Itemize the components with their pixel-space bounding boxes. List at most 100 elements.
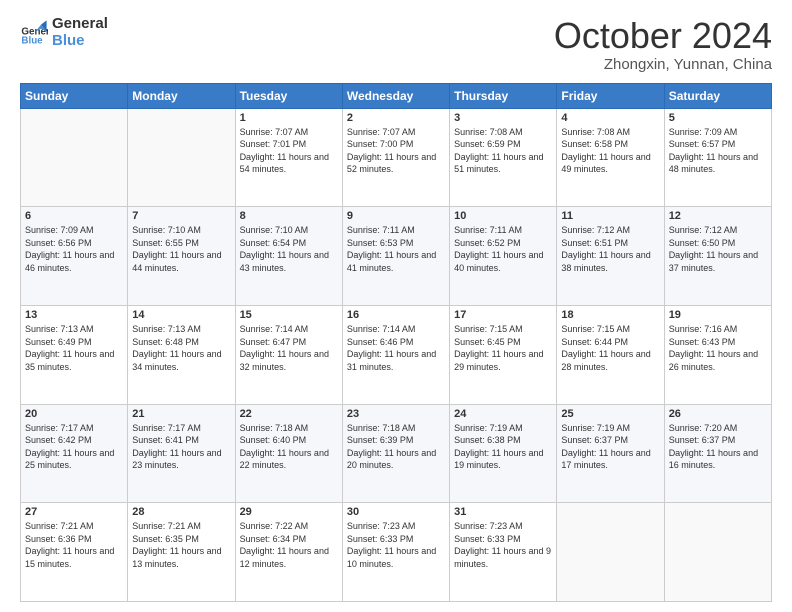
- logo-blue: Blue: [52, 33, 108, 50]
- cell-content: Sunrise: 7:20 AM Sunset: 6:37 PM Dayligh…: [669, 422, 767, 472]
- calendar-cell: 25 Sunrise: 7:19 AM Sunset: 6:37 PM Dayli…: [557, 404, 664, 503]
- month-title: October 2024: [554, 16, 772, 56]
- day-number: 2: [347, 112, 445, 124]
- day-number: 10: [454, 210, 552, 222]
- logo-icon: General Blue: [20, 19, 48, 47]
- cell-content: Sunrise: 7:09 AM Sunset: 6:56 PM Dayligh…: [25, 224, 123, 274]
- cell-content: Sunrise: 7:17 AM Sunset: 6:41 PM Dayligh…: [132, 422, 230, 472]
- cell-content: Sunrise: 7:07 AM Sunset: 7:01 PM Dayligh…: [240, 126, 338, 176]
- calendar-cell: 1Sunrise: 7:07 AM Sunset: 7:01 PM Daylig…: [235, 108, 342, 207]
- cell-content: Sunrise: 7:09 AM Sunset: 6:57 PM Dayligh…: [669, 126, 767, 176]
- logo-general: General: [52, 16, 108, 33]
- calendar-cell: 31 Sunrise: 7:23 AM Sunset: 6:33 PM Dayli…: [450, 503, 557, 602]
- day-number: 5: [669, 112, 767, 124]
- day-number: 16: [347, 309, 445, 321]
- calendar-cell: 20 Sunrise: 7:17 AM Sunset: 6:42 PM Dayli…: [21, 404, 128, 503]
- calendar-header-monday: Monday: [128, 83, 235, 108]
- header: General Blue General Blue October 2024 Z…: [20, 16, 772, 73]
- cell-content: Sunrise: 7:08 AM Sunset: 6:59 PM Dayligh…: [454, 126, 552, 176]
- day-number: 31: [454, 506, 552, 518]
- cell-content: Sunrise: 7:18 AM Sunset: 6:40 PM Dayligh…: [240, 422, 338, 472]
- day-number: 29: [240, 506, 338, 518]
- calendar-cell: 28Sunrise: 7:21 AM Sunset: 6:35 PM Dayli…: [128, 503, 235, 602]
- calendar-table: SundayMondayTuesdayWednesdayThursdayFrid…: [20, 83, 772, 602]
- calendar-cell: 23 Sunrise: 7:18 AM Sunset: 6:39 PM Dayli…: [342, 404, 449, 503]
- cell-content: Sunrise: 7:19 AM Sunset: 6:38 PM Dayligh…: [454, 422, 552, 472]
- calendar-cell: 30Sunrise: 7:23 AM Sunset: 6:33 PM Dayli…: [342, 503, 449, 602]
- cell-content: Sunrise: 7:11 AM Sunset: 6:52 PM Dayligh…: [454, 224, 552, 274]
- cell-content: Sunrise: 7:07 AM Sunset: 7:00 PM Dayligh…: [347, 126, 445, 176]
- day-number: 7: [132, 210, 230, 222]
- cell-content: Sunrise: 7:19 AM Sunset: 6:37 PM Dayligh…: [561, 422, 659, 472]
- cell-content: Sunrise: 7:12 AM Sunset: 6:50 PM Dayligh…: [669, 224, 767, 274]
- day-number: 21: [132, 408, 230, 420]
- calendar-cell: 10 Sunrise: 7:11 AM Sunset: 6:52 PM Dayli…: [450, 207, 557, 306]
- cell-content: Sunrise: 7:10 AM Sunset: 6:54 PM Dayligh…: [240, 224, 338, 274]
- calendar-header-row: SundayMondayTuesdayWednesdayThursdayFrid…: [21, 83, 772, 108]
- cell-content: Sunrise: 7:17 AM Sunset: 6:42 PM Dayligh…: [25, 422, 123, 472]
- cell-content: Sunrise: 7:08 AM Sunset: 6:58 PM Dayligh…: [561, 126, 659, 176]
- calendar-header-thursday: Thursday: [450, 83, 557, 108]
- day-number: 3: [454, 112, 552, 124]
- calendar-cell: 5 Sunrise: 7:09 AM Sunset: 6:57 PM Daylig…: [664, 108, 771, 207]
- cell-content: Sunrise: 7:14 AM Sunset: 6:46 PM Dayligh…: [347, 323, 445, 373]
- page: General Blue General Blue October 2024 Z…: [0, 0, 792, 612]
- cell-content: Sunrise: 7:15 AM Sunset: 6:45 PM Dayligh…: [454, 323, 552, 373]
- calendar-cell: 27 Sunrise: 7:21 AM Sunset: 6:36 PM Dayli…: [21, 503, 128, 602]
- day-number: 14: [132, 309, 230, 321]
- calendar-cell: 3 Sunrise: 7:08 AM Sunset: 6:59 PM Daylig…: [450, 108, 557, 207]
- day-number: 4: [561, 112, 659, 124]
- calendar-cell: 8Sunrise: 7:10 AM Sunset: 6:54 PM Daylig…: [235, 207, 342, 306]
- calendar-cell: 13 Sunrise: 7:13 AM Sunset: 6:49 PM Dayli…: [21, 305, 128, 404]
- cell-content: Sunrise: 7:23 AM Sunset: 6:33 PM Dayligh…: [454, 520, 552, 570]
- day-number: 12: [669, 210, 767, 222]
- calendar-cell: 2 Sunrise: 7:07 AM Sunset: 7:00 PM Daylig…: [342, 108, 449, 207]
- calendar-cell: 11Sunrise: 7:12 AM Sunset: 6:51 PM Dayli…: [557, 207, 664, 306]
- calendar-cell: [557, 503, 664, 602]
- calendar-cell: 29 Sunrise: 7:22 AM Sunset: 6:34 PM Dayli…: [235, 503, 342, 602]
- day-number: 20: [25, 408, 123, 420]
- location: Zhongxin, Yunnan, China: [554, 56, 772, 73]
- day-number: 27: [25, 506, 123, 518]
- day-number: 13: [25, 309, 123, 321]
- calendar-cell: 15 Sunrise: 7:14 AM Sunset: 6:47 PM Dayli…: [235, 305, 342, 404]
- cell-content: Sunrise: 7:21 AM Sunset: 6:36 PM Dayligh…: [25, 520, 123, 570]
- cell-content: Sunrise: 7:13 AM Sunset: 6:49 PM Dayligh…: [25, 323, 123, 373]
- calendar-cell: 24Sunrise: 7:19 AM Sunset: 6:38 PM Dayli…: [450, 404, 557, 503]
- title-block: October 2024 Zhongxin, Yunnan, China: [554, 16, 772, 73]
- calendar-cell: 12 Sunrise: 7:12 AM Sunset: 6:50 PM Dayli…: [664, 207, 771, 306]
- calendar-header-friday: Friday: [557, 83, 664, 108]
- day-number: 18: [561, 309, 659, 321]
- calendar-week-2: 6 Sunrise: 7:09 AM Sunset: 6:56 PM Daylig…: [21, 207, 772, 306]
- day-number: 17: [454, 309, 552, 321]
- svg-text:Blue: Blue: [21, 35, 43, 46]
- calendar-week-4: 20 Sunrise: 7:17 AM Sunset: 6:42 PM Dayli…: [21, 404, 772, 503]
- calendar-week-1: 1Sunrise: 7:07 AM Sunset: 7:01 PM Daylig…: [21, 108, 772, 207]
- day-number: 23: [347, 408, 445, 420]
- cell-content: Sunrise: 7:12 AM Sunset: 6:51 PM Dayligh…: [561, 224, 659, 274]
- cell-content: Sunrise: 7:22 AM Sunset: 6:34 PM Dayligh…: [240, 520, 338, 570]
- day-number: 15: [240, 309, 338, 321]
- cell-content: Sunrise: 7:13 AM Sunset: 6:48 PM Dayligh…: [132, 323, 230, 373]
- day-number: 19: [669, 309, 767, 321]
- logo: General Blue General Blue: [20, 16, 108, 49]
- cell-content: Sunrise: 7:21 AM Sunset: 6:35 PM Dayligh…: [132, 520, 230, 570]
- calendar-cell: 14 Sunrise: 7:13 AM Sunset: 6:48 PM Dayli…: [128, 305, 235, 404]
- cell-content: Sunrise: 7:18 AM Sunset: 6:39 PM Dayligh…: [347, 422, 445, 472]
- day-number: 6: [25, 210, 123, 222]
- calendar-header-wednesday: Wednesday: [342, 83, 449, 108]
- cell-content: Sunrise: 7:16 AM Sunset: 6:43 PM Dayligh…: [669, 323, 767, 373]
- day-number: 25: [561, 408, 659, 420]
- calendar-cell: 21 Sunrise: 7:17 AM Sunset: 6:41 PM Dayli…: [128, 404, 235, 503]
- cell-content: Sunrise: 7:15 AM Sunset: 6:44 PM Dayligh…: [561, 323, 659, 373]
- calendar-cell: 6 Sunrise: 7:09 AM Sunset: 6:56 PM Daylig…: [21, 207, 128, 306]
- day-number: 22: [240, 408, 338, 420]
- calendar-cell: 7Sunrise: 7:10 AM Sunset: 6:55 PM Daylig…: [128, 207, 235, 306]
- day-number: 30: [347, 506, 445, 518]
- calendar-header-sunday: Sunday: [21, 83, 128, 108]
- calendar-cell: 22 Sunrise: 7:18 AM Sunset: 6:40 PM Dayli…: [235, 404, 342, 503]
- calendar-cell: 18 Sunrise: 7:15 AM Sunset: 6:44 PM Dayli…: [557, 305, 664, 404]
- calendar-cell: [128, 108, 235, 207]
- calendar-week-5: 27 Sunrise: 7:21 AM Sunset: 6:36 PM Dayli…: [21, 503, 772, 602]
- cell-content: Sunrise: 7:14 AM Sunset: 6:47 PM Dayligh…: [240, 323, 338, 373]
